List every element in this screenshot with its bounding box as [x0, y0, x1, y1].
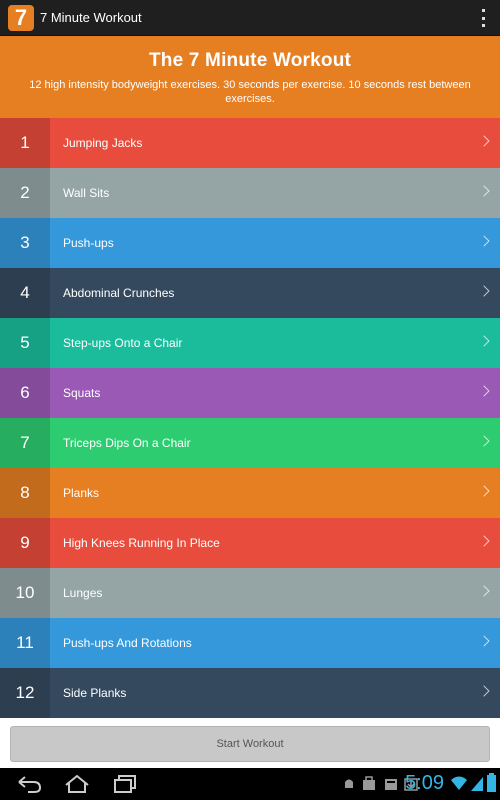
exercise-number: 3: [0, 218, 50, 268]
exercise-number: 8: [0, 468, 50, 518]
exercise-number: 4: [0, 268, 50, 318]
chevron-right-icon: [478, 185, 490, 197]
chevron-right-icon: [478, 385, 490, 397]
exercise-row[interactable]: 4 Abdominal Crunches: [0, 268, 500, 318]
home-icon[interactable]: [62, 772, 92, 796]
footer: Start Workout: [0, 718, 500, 768]
exercise-row[interactable]: 2 Wall Sits: [0, 168, 500, 218]
exercise-row[interactable]: 12 Side Planks: [0, 668, 500, 718]
exercise-name: Planks: [63, 486, 100, 500]
exercise-row[interactable]: 6 Squats: [0, 368, 500, 418]
exercise-number: 12: [0, 668, 50, 718]
exercise-name: Push-ups And Rotations: [63, 636, 192, 650]
action-bar: 7 7 Minute Workout: [0, 0, 500, 36]
battery-icon: [487, 773, 496, 792]
exercise-row[interactable]: 10 Lunges: [0, 568, 500, 618]
chevron-right-icon: [478, 435, 490, 447]
page-title: The 7 Minute Workout: [148, 50, 352, 71]
exercise-number: 9: [0, 518, 50, 568]
status-time: 5:09: [405, 772, 444, 794]
exercise-number: 5: [0, 318, 50, 368]
back-icon[interactable]: [14, 772, 44, 796]
chevron-right-icon: [478, 585, 490, 597]
chevron-right-icon: [478, 635, 490, 647]
exercise-number: 2: [0, 168, 50, 218]
briefcase-icon: [363, 776, 375, 790]
exercise-row[interactable]: 11 Push-ups And Rotations: [0, 618, 500, 668]
chevron-right-icon: [478, 685, 490, 697]
android-debug-icon: [345, 779, 353, 788]
exercise-number: 10: [0, 568, 50, 618]
overflow-menu-icon[interactable]: [480, 9, 486, 27]
exercise-name: Triceps Dips On a Chair: [63, 436, 191, 450]
chevron-right-icon: [478, 235, 490, 247]
app-icon[interactable]: 7: [8, 4, 34, 31]
page-subtitle: 12 high intensity bodyweight exercises. …: [29, 79, 471, 105]
exercise-number: 7: [0, 418, 50, 468]
exercise-name: High Knees Running In Place: [63, 536, 220, 550]
start-workout-button[interactable]: Start Workout: [10, 726, 490, 762]
exercise-list: 1 Jumping Jacks 2 Wall Sits 3 Push-ups 4…: [0, 118, 500, 718]
notification-icon: [385, 779, 397, 790]
exercise-number: 6: [0, 368, 50, 418]
exercise-name: Push-ups: [63, 236, 114, 250]
exercise-number: 11: [0, 618, 50, 668]
exercise-name: Side Planks: [63, 686, 127, 700]
signal-icon: [471, 777, 483, 791]
exercise-name: Lunges: [63, 586, 103, 600]
exercise-name: Abdominal Crunches: [63, 286, 175, 300]
exercise-row[interactable]: 9 High Knees Running In Place: [0, 518, 500, 568]
chevron-right-icon: [478, 485, 490, 497]
exercise-name: Jumping Jacks: [63, 136, 143, 150]
chevron-right-icon: [478, 335, 490, 347]
exercise-row[interactable]: 1 Jumping Jacks: [0, 118, 500, 168]
wifi-icon: [451, 776, 467, 790]
chevron-right-icon: [478, 135, 490, 147]
chevron-right-icon: [478, 535, 490, 547]
exercise-name: Squats: [63, 386, 101, 400]
exercise-name: Step-ups Onto a Chair: [63, 336, 183, 350]
chevron-right-icon: [478, 285, 490, 297]
exercise-row[interactable]: 5 Step-ups Onto a Chair: [0, 318, 500, 368]
system-bar: 5:09: [0, 768, 500, 800]
exercise-name: Wall Sits: [63, 186, 110, 200]
exercise-row[interactable]: 7 Triceps Dips On a Chair: [0, 418, 500, 468]
app-title: 7 Minute Workout: [40, 10, 142, 25]
exercise-row[interactable]: 3 Push-ups: [0, 218, 500, 268]
workout-header: The 7 Minute Workout 12 high intensity b…: [0, 36, 500, 118]
recent-apps-icon[interactable]: [110, 772, 140, 796]
exercise-number: 1: [0, 118, 50, 168]
exercise-row[interactable]: 8 Planks: [0, 468, 500, 518]
